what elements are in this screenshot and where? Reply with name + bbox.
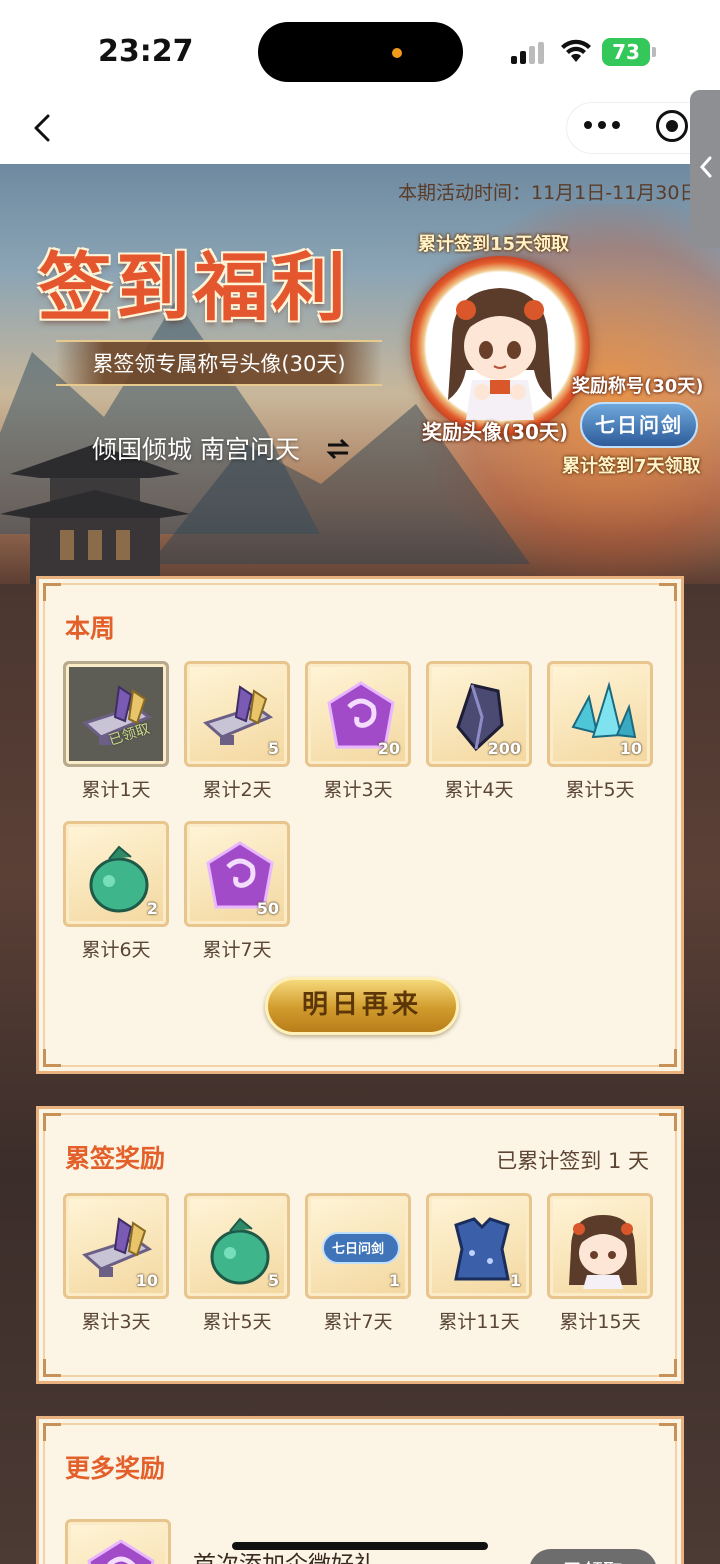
- reward-tile: 5: [184, 661, 290, 767]
- come-back-tomorrow-button[interactable]: 明日再来: [265, 977, 459, 1035]
- reward-tile: [65, 1519, 171, 1564]
- chevron-left-icon: [699, 156, 712, 178]
- close-target-icon[interactable]: [656, 110, 688, 142]
- reward-quantity: 10: [619, 739, 642, 758]
- status-time: 23:27: [98, 34, 194, 69]
- wifi-icon: [561, 39, 591, 62]
- reward-item[interactable]: 2 累计6天: [63, 821, 169, 962]
- reward-tile: 10: [63, 1193, 169, 1299]
- avatar-icon: [569, 1215, 637, 1289]
- side-drawer-tab[interactable]: [690, 90, 720, 248]
- reward-quantity: 20: [377, 739, 400, 758]
- reward-day-label: 累计7天: [323, 1311, 393, 1333]
- this-week-title: 本周: [65, 614, 116, 643]
- reward-day-label: 累计3天: [81, 1311, 151, 1333]
- cum15-label: 累计签到15天领取: [418, 234, 570, 255]
- reward-item[interactable]: 已领取累计1天: [63, 661, 169, 802]
- back-chevron-icon[interactable]: [24, 108, 64, 148]
- reward-quantity: 5: [267, 1271, 279, 1290]
- reward-tile: 5: [184, 1193, 290, 1299]
- reward-day-label: 累计5天: [565, 779, 635, 801]
- purple-token-icon: [87, 1539, 155, 1564]
- this-week-panel: 本周 已领取累计1天 5 累计2天 20 累计3天 200 累计4天 10 累计5天 2 累计6天 5…: [36, 576, 684, 1074]
- reward-item[interactable]: 5 累计5天: [184, 1193, 290, 1334]
- home-indicator: [232, 1542, 488, 1550]
- reward-quantity: 50: [256, 899, 279, 918]
- reward-tile: 200: [426, 661, 532, 767]
- cellular-signal-icon: [511, 42, 547, 64]
- more-reward-item: [65, 1519, 171, 1564]
- battery-level: 73: [602, 38, 650, 66]
- reward-day-label: 累计4天: [444, 779, 514, 801]
- reward-title-label: 奖励称号(30天): [572, 376, 704, 397]
- cumulative-title: 累签奖励: [65, 1144, 166, 1173]
- more-dots-icon[interactable]: [584, 118, 620, 132]
- cum7-label: 累计签到7天领取: [562, 456, 701, 477]
- reward-quantity: 10: [135, 1271, 158, 1290]
- reward-quantity: 200: [487, 739, 521, 758]
- reward-avatar-frame[interactable]: [410, 256, 590, 436]
- reward-day-label: 累计6天: [81, 939, 151, 961]
- reward-tile: 50: [184, 821, 290, 927]
- reward-day-label: 累计1天: [81, 779, 151, 801]
- cumulative-rewards-panel: 累签奖励 已累计签到 1 天 10 累计3天 5 累计5天 七日问剑 1 累计7天 1 累计11…: [36, 1106, 684, 1384]
- reward-item[interactable]: 10 累计3天: [63, 1193, 169, 1334]
- dynamic-island: [258, 22, 463, 82]
- banner-subtitle: 累签领专属称号头像(30天): [92, 352, 346, 376]
- banner-subtitle-box: 累签领专属称号头像(30天): [56, 340, 382, 386]
- battery-cap: [652, 47, 656, 57]
- mic-indicator-icon: [392, 48, 402, 58]
- status-bar: 23:27 73: [0, 0, 720, 96]
- reward-day-label: 累计5天: [202, 1311, 272, 1333]
- reward-quantity: 2: [146, 899, 158, 918]
- seven-days-title-badge[interactable]: 七日问剑: [580, 402, 698, 448]
- reward-item[interactable]: 200 累计4天: [426, 661, 532, 802]
- reward-item[interactable]: 50 累计7天: [184, 821, 290, 962]
- nav-bar: [0, 96, 720, 164]
- reward-day-label: 累计15天: [559, 1311, 641, 1333]
- reward-day-label: 累计7天: [202, 939, 272, 961]
- cumulative-status: 已累计签到 1 天: [496, 1149, 649, 1173]
- activity-period: 本期活动时间：11月1日-11月30日: [398, 182, 699, 204]
- reward-avatar-label: 奖励头像(30天): [422, 420, 569, 444]
- reward-item[interactable]: 累计15天: [547, 1193, 653, 1334]
- reward-tile: 已领取: [63, 661, 169, 767]
- reward-quantity: 1: [388, 1271, 400, 1290]
- reward-day-label: 累计2天: [202, 779, 272, 801]
- more-reward-claimed-button[interactable]: 已领取: [529, 1549, 657, 1564]
- more-rewards-title: 更多奖励: [65, 1454, 166, 1483]
- hero-banner: 本期活动时间：11月1日-11月30日 签到福利 累签领专属称号头像(30天) …: [0, 164, 720, 584]
- reward-tile: 七日问剑 1: [305, 1193, 411, 1299]
- reward-day-label: 累计3天: [323, 779, 393, 801]
- reward-item[interactable]: 20 累计3天: [305, 661, 411, 802]
- reward-tile: 1: [426, 1193, 532, 1299]
- reward-item[interactable]: 1 累计11天: [426, 1193, 532, 1334]
- reward-quantity: 1: [509, 1271, 521, 1290]
- badge-text: 七日问剑: [331, 1242, 384, 1257]
- reward-item[interactable]: 七日问剑 1 累计7天: [305, 1193, 411, 1334]
- reward-tile: 10: [547, 661, 653, 767]
- reward-day-label: 累计11天: [438, 1311, 520, 1333]
- chibi-avatar-icon: [448, 288, 552, 420]
- title-names: 倾国倾城 南宫问天: [92, 435, 300, 464]
- banner-title: 签到福利: [38, 245, 350, 331]
- reward-item[interactable]: 10 累计5天: [547, 661, 653, 802]
- reward-tile: [547, 1193, 653, 1299]
- swap-arrows-icon[interactable]: [326, 438, 350, 460]
- reward-tile: 2: [63, 821, 169, 927]
- reward-quantity: 5: [267, 739, 279, 758]
- reward-tile: 20: [305, 661, 411, 767]
- reward-item[interactable]: 5 累计2天: [184, 661, 290, 802]
